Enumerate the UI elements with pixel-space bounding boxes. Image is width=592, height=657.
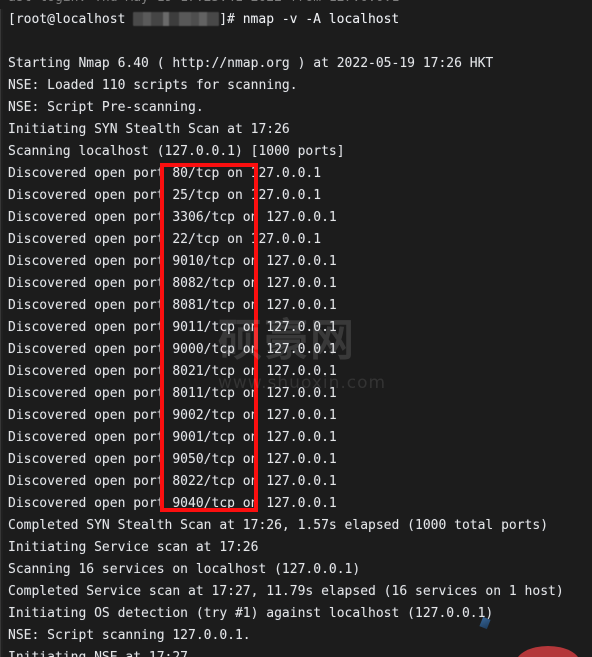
output-line-completed-syn: Completed SYN Stealth Scan at 17:26, 1.5… [8, 518, 549, 533]
output-line-port-9040: Discovered open port 9040/tcp on 127.0.0… [8, 496, 337, 511]
output-line-port-9011: Discovered open port 9011/tcp on 127.0.0… [8, 320, 337, 335]
output-line-scanning-services: Scanning 16 services on localhost (127.0… [8, 562, 361, 577]
output-line-port-8082: Discovered open port 8082/tcp on 127.0.0… [8, 276, 337, 291]
output-line-nse-scanning: NSE: Script scanning 127.0.0.1. [8, 628, 251, 643]
output-line-init-syn: Initiating SYN Stealth Scan at 17:26 [8, 122, 290, 137]
clipped-top-text: ast login: Thu May 19 17:25:41 2022 from… [8, 0, 399, 9]
clipped-top-line: ast login: Thu May 19 17:25:41 2022 from… [0, 0, 592, 9]
prompt-prefix: [root@localhost [8, 12, 134, 27]
output-line-clipped-last: Initiating NSE at 17:27 [8, 647, 592, 657]
output-line-port-9000: Discovered open port 9000/tcp on 127.0.0… [8, 342, 337, 357]
redacted-hostname-block [133, 12, 220, 26]
output-line-port-9002: Discovered open port 9002/tcp on 127.0.0… [8, 408, 337, 423]
output-line-completed-service: Completed Service scan at 17:27, 11.79s … [8, 584, 564, 599]
output-line-port-9010: Discovered open port 9010/tcp on 127.0.0… [8, 254, 337, 269]
output-line-port-3306: Discovered open port 3306/tcp on 127.0.0… [8, 210, 337, 225]
output-line-port-9001: Discovered open port 9001/tcp on 127.0.0… [8, 430, 337, 445]
output-line-scanning-localhost: Scanning localhost (127.0.0.1) [1000 por… [8, 144, 345, 159]
output-line-port-8081: Discovered open port 8081/tcp on 127.0.0… [8, 298, 337, 313]
output-line-port-9050: Discovered open port 9050/tcp on 127.0.0… [8, 452, 337, 467]
output-line-port-25: Discovered open port 25/tcp on 127.0.0.1 [8, 188, 322, 203]
output-line-port-8022: Discovered open port 8022/tcp on 127.0.0… [8, 474, 337, 489]
output-line-port-8021: Discovered open port 8021/tcp on 127.0.0… [8, 364, 337, 379]
output-line-banner: Starting Nmap 6.40 ( http://nmap.org ) a… [8, 56, 494, 71]
prompt-line: [root@localhost ]# nmap -v -A localhost [8, 9, 592, 31]
output-line-nse-loaded: NSE: Loaded 110 scripts for scanning. [8, 78, 298, 93]
terminal-window[interactable]: ast login: Thu May 19 17:25:41 2022 from… [0, 0, 592, 657]
output-line-init-service: Initiating Service scan at 17:26 [8, 540, 259, 555]
output-line-port-22: Discovered open port 22/tcp on 127.0.0.1 [8, 232, 322, 247]
output-line-nse-prescan: NSE: Script Pre-scanning. [8, 100, 204, 115]
prompt-command: nmap -v -A localhost [242, 12, 400, 27]
output-line-port-80: Discovered open port 80/tcp on 127.0.0.1 [8, 166, 322, 181]
prompt-suffix: ]# [219, 12, 243, 27]
output-line-init-os: Initiating OS detection (try #1) against… [8, 606, 494, 621]
terminal-output[interactable]: [root@localhost ]# nmap -v -A localhost … [0, 9, 592, 657]
output-line-port-8011: Discovered open port 8011/tcp on 127.0.0… [8, 386, 337, 401]
